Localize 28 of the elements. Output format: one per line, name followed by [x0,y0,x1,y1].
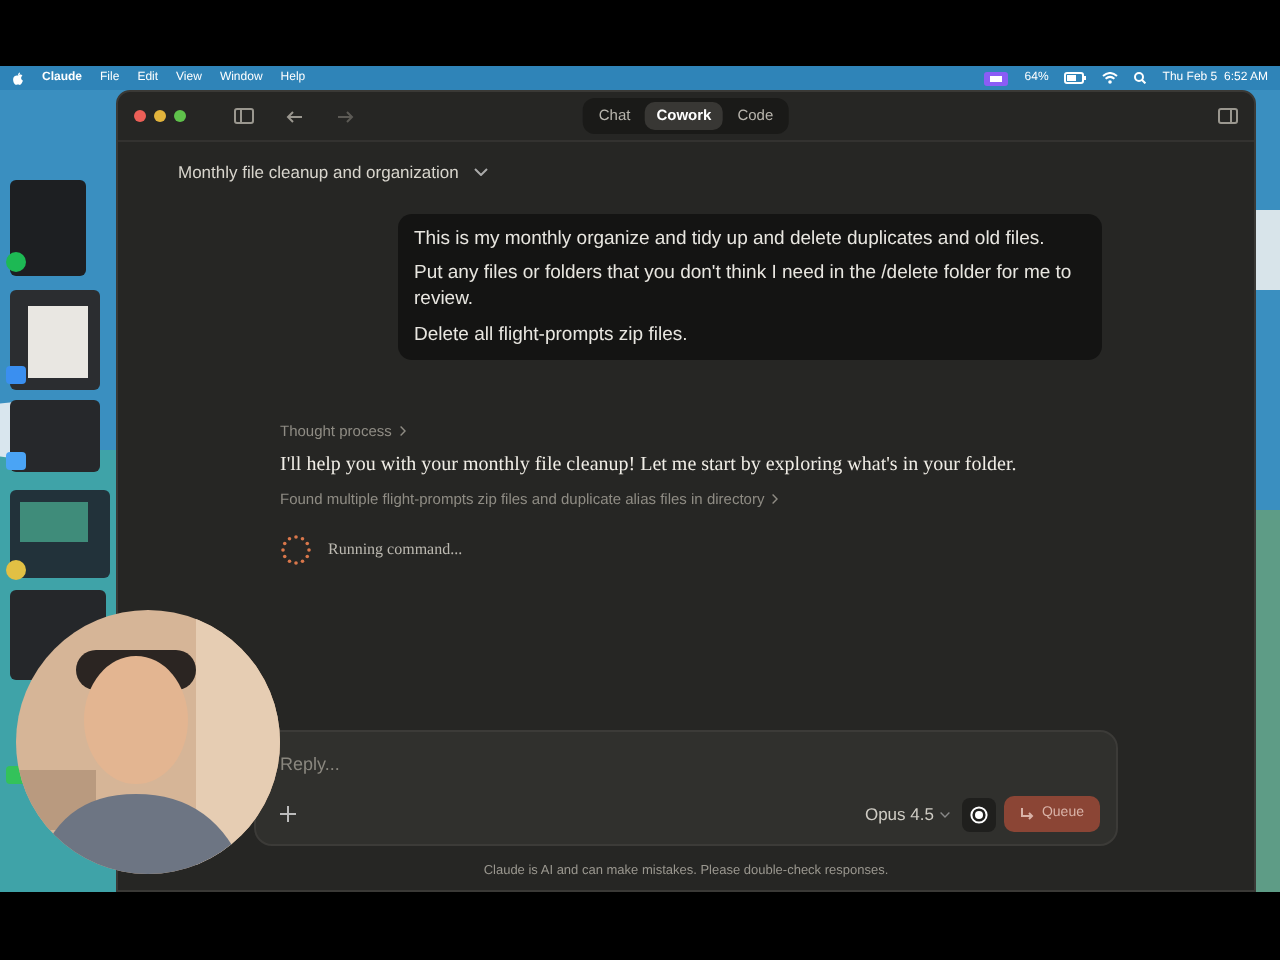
stop-icon [969,805,988,823]
chevron-right-icon[interactable] [399,426,406,437]
reply-text: I'll help you with your monthly file cleanup! Let me start by exploring what's in your folder. [280,452,1019,481]
wifi-icon[interactable] [1102,72,1119,84]
panel-icon[interactable] [1218,108,1238,124]
chevron-down-icon[interactable] [939,811,950,817]
back-arrow-icon[interactable] [286,109,304,123]
conversation-title[interactable]: Monthly file cleanup and organization [178,160,459,186]
return-arrow-icon [1019,807,1034,821]
minimize-icon[interactable] [154,110,166,122]
message-text: This is my monthly organize and tidy up and delete duplicates and old files. [414,225,1047,253]
spinner-icon [280,534,312,567]
model-selector[interactable]: Opus 4.5 [864,801,950,827]
message-text: Put any files or folders that you don't think I need in the /delete folder for me to review. [414,260,1074,314]
zoom-icon[interactable] [174,110,186,122]
sidebar-icon[interactable] [234,108,254,124]
search-icon[interactable] [1134,72,1147,84]
screen-record-icon[interactable] [984,71,1009,85]
close-icon[interactable] [134,110,146,122]
stop-button[interactable] [961,797,996,831]
battery-icon[interactable] [1064,72,1087,84]
chevron-down-icon[interactable] [474,168,489,177]
status-text: Running command... [328,538,463,563]
reply-field[interactable]: Reply... [280,752,520,780]
chevron-right-icon[interactable] [772,494,779,505]
apple-icon[interactable] [12,71,24,85]
plus-icon[interactable] [280,806,296,822]
message-text: Delete all flight-prompts zip files. [414,321,690,348]
